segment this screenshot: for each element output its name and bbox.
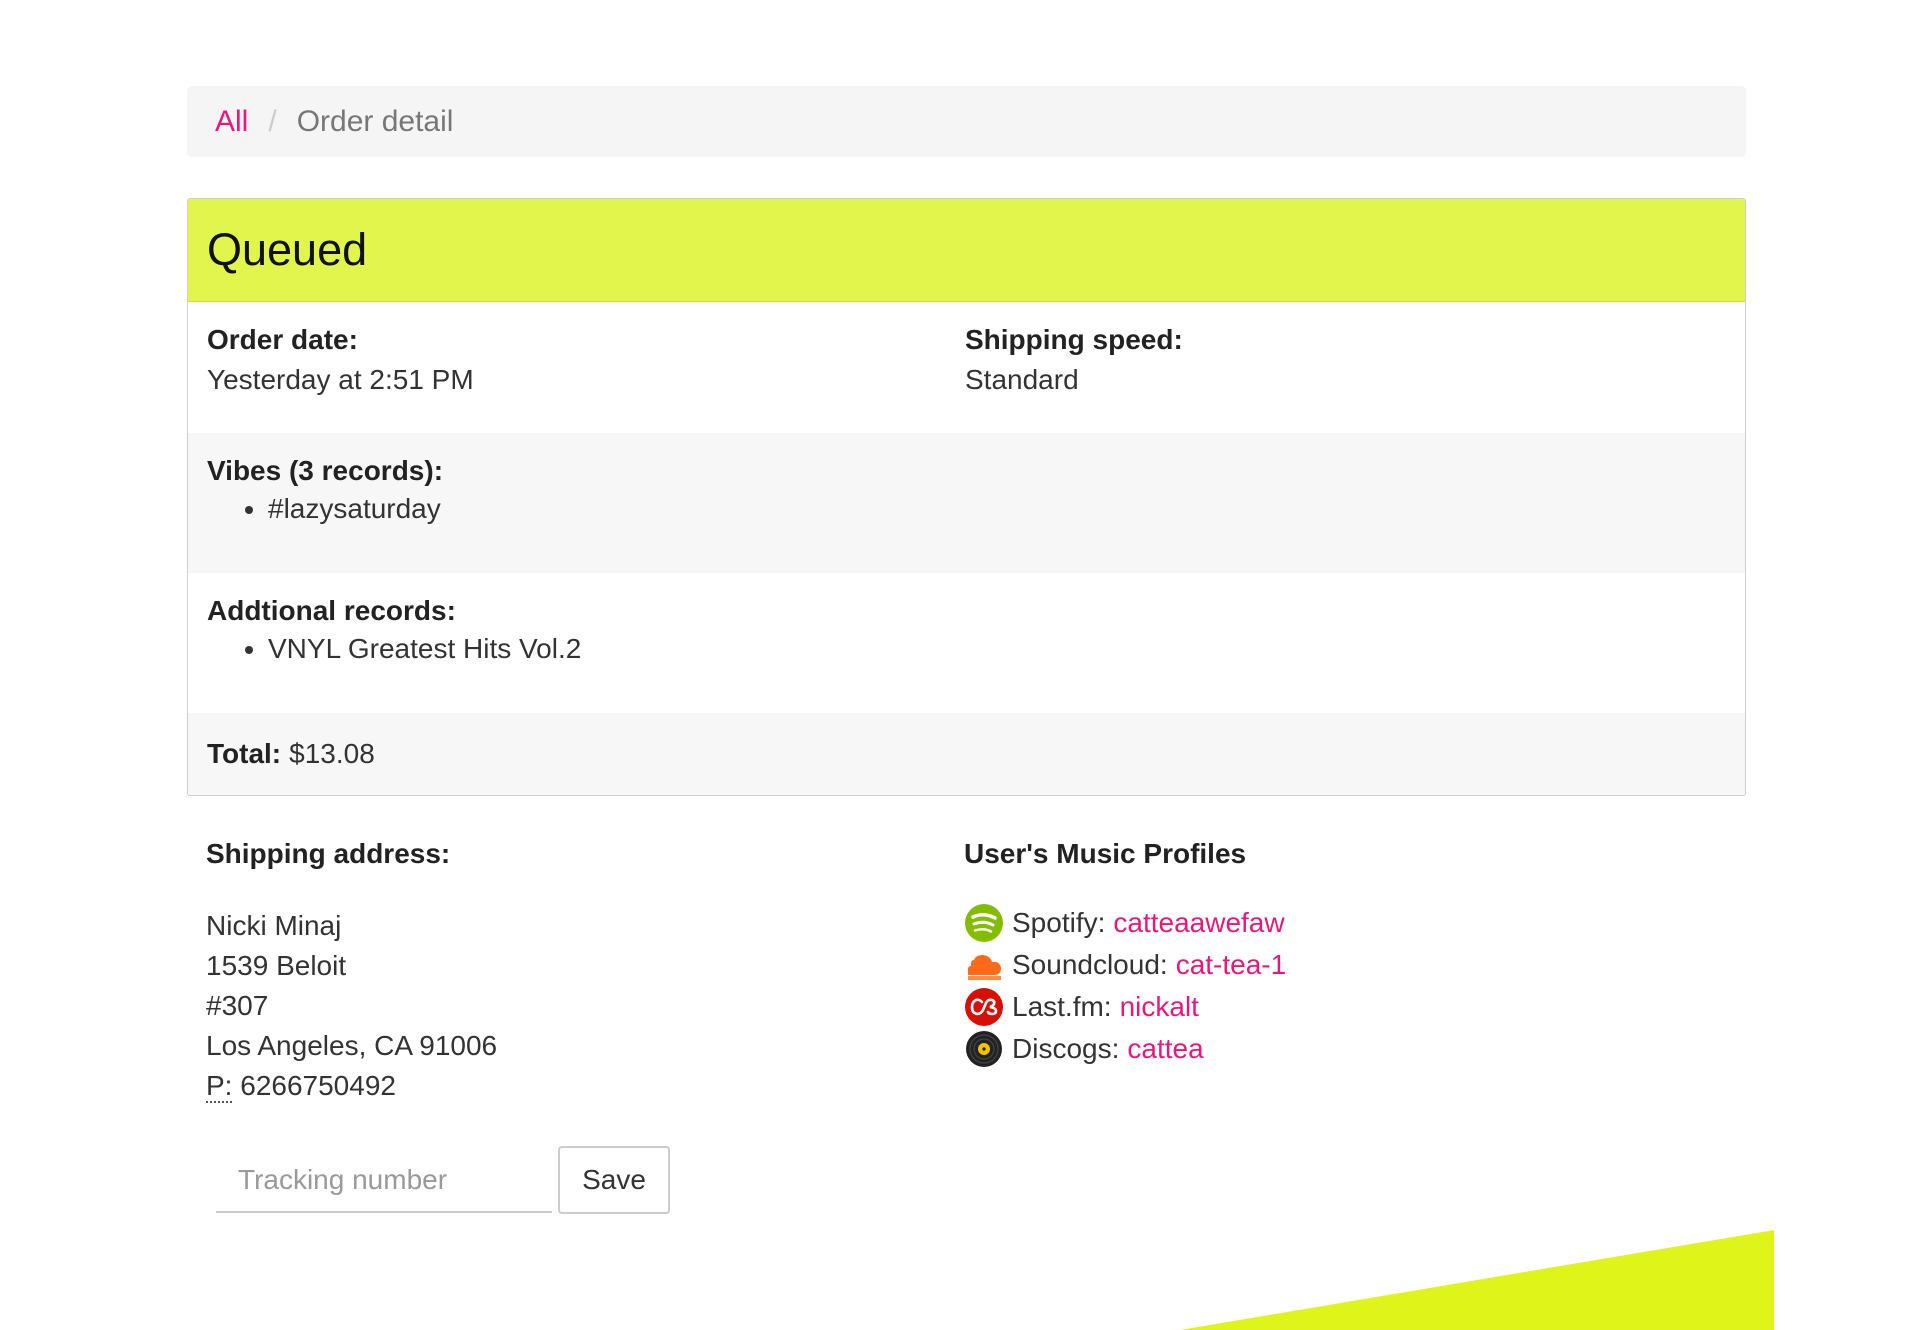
breadcrumb-all-link[interactable]: All [215, 105, 248, 139]
profile-row-soundcloud: Soundcloud: cat-tea-1 [964, 944, 1286, 986]
breadcrumb-current: Order detail [296, 104, 454, 138]
order-panel: Queued Order date: Yesterday at 2:51 PM … [187, 198, 1746, 796]
vibes-label: Vibes (3 records): [207, 455, 444, 486]
order-info-row: Order date: Yesterday at 2:51 PM Shippin… [188, 302, 1745, 433]
additional-records-row: Addtional records: VNYL Greatest Hits Vo… [188, 573, 1745, 713]
status-title: Queued [188, 199, 1745, 302]
additional-records-label: Addtional records: [207, 595, 456, 626]
decorative-stripe [1180, 1230, 1774, 1330]
breadcrumb-separator: / [268, 104, 277, 138]
profile-service-discogs: Discogs: [1012, 1033, 1120, 1064]
list-item: VNYL Greatest Hits Vol.2 [268, 631, 581, 667]
order-date-label: Order date: [207, 324, 358, 355]
additional-records-list: VNYL Greatest Hits Vol.2 [247, 631, 581, 667]
total-value: $13.08 [289, 738, 375, 769]
profile-link-discogs[interactable]: cattea [1127, 1033, 1203, 1065]
breadcrumb: All / Order detail [187, 86, 1746, 157]
vibes-row: Vibes (3 records): #lazysaturday [188, 433, 1745, 573]
discogs-icon [966, 1031, 1002, 1067]
spotify-icon [965, 904, 1003, 942]
soundcloud-icon [968, 955, 1001, 980]
shipping-address-label: Shipping address: [206, 838, 451, 869]
address-phone: P: 6266750492 [206, 1066, 497, 1106]
profile-link-soundcloud[interactable]: cat-tea-1 [1176, 949, 1287, 981]
total-row: Total: $13.08 [188, 713, 1745, 795]
lastfm-icon [965, 988, 1003, 1026]
music-profiles-list: Spotify: catteaawefaw Soundcloud: cat-te… [964, 902, 1286, 1070]
shipping-speed-label: Shipping speed: [965, 324, 1183, 355]
phone-number: 6266750492 [240, 1070, 396, 1101]
save-button[interactable]: Save [558, 1146, 670, 1214]
address-unit: #307 [206, 990, 269, 1021]
shipping-speed-value: Standard [965, 364, 1079, 395]
phone-abbr: P: [206, 1070, 233, 1103]
address-city: Los Angeles, CA 91006 [206, 1030, 498, 1061]
music-profiles-label: User's Music Profiles [964, 838, 1247, 869]
shipping-address: Nicki Minaj 1539 Beloit #307 Los Angeles… [206, 906, 497, 1106]
list-item: #lazysaturday [268, 491, 441, 527]
profile-service-lastfm: Last.fm: [1012, 991, 1112, 1022]
profile-row-discogs: Discogs: cattea [964, 1028, 1286, 1070]
vibes-list: #lazysaturday [247, 491, 441, 527]
profile-service-soundcloud: Soundcloud: [1012, 949, 1168, 980]
profile-row-spotify: Spotify: catteaawefaw [964, 902, 1286, 944]
profile-service-spotify: Spotify: [1012, 907, 1106, 938]
profile-link-lastfm[interactable]: nickalt [1120, 991, 1199, 1023]
address-name: Nicki Minaj [206, 910, 342, 941]
order-date-value: Yesterday at 2:51 PM [207, 364, 474, 395]
profile-link-spotify[interactable]: catteaawefaw [1113, 907, 1284, 939]
profile-row-lastfm: Last.fm: nickalt [964, 986, 1286, 1028]
tracking-number-input[interactable] [216, 1149, 552, 1213]
total-label: Total: [207, 738, 282, 769]
address-street: 1539 Beloit [206, 950, 347, 981]
